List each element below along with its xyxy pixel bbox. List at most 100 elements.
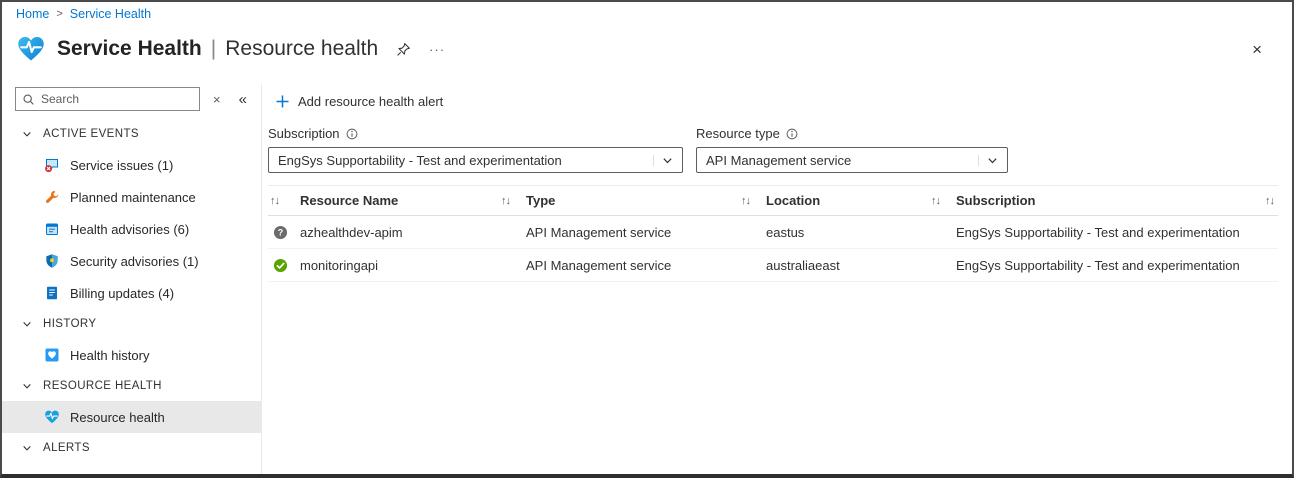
page-body: × « ACTIVE EVENTS Service issues (1) Plann… <box>2 84 1292 474</box>
breadcrumb: Home > Service Health <box>16 7 1278 21</box>
sidebar-item-security-advisories[interactable]: Security advisories (1) <box>2 245 261 277</box>
sidebar-item-label: Security advisories (1) <box>70 254 199 269</box>
service-health-window: Home > Service Health Service Health | R… <box>0 0 1294 478</box>
resource-health-icon <box>44 409 60 425</box>
cell-location: australiaeast <box>766 258 956 273</box>
resource-health-table: ↑↓Resource Name↑↓Type↑↓Location↑↓Subscri… <box>268 185 1278 282</box>
sidebar-item-health-history[interactable]: Health history <box>2 339 261 371</box>
service-issues-icon <box>44 157 60 173</box>
sidebar-item-label: Health advisories (6) <box>70 222 189 237</box>
chevron-down-icon <box>653 155 673 166</box>
pin-icon[interactable] <box>396 42 411 57</box>
service-health-icon <box>16 34 46 64</box>
sidebar-item-planned-maintenance[interactable]: Planned maintenance <box>2 181 261 213</box>
column-header-subscription[interactable]: Subscription ↑↓ <box>956 193 1278 208</box>
table-header: ↑↓Resource Name↑↓Type↑↓Location↑↓Subscri… <box>268 185 1278 216</box>
sidebar-item-billing-updates[interactable]: Billing updates (4) <box>2 277 261 309</box>
sidebar-section-alerts[interactable]: ALERTS <box>2 433 261 463</box>
info-icon <box>786 128 798 140</box>
sidebar-section-resource-health[interactable]: RESOURCE HEALTH <box>2 371 261 401</box>
sidebar-item-label: Health history <box>70 348 149 363</box>
add-button-label: Add resource health alert <box>298 94 443 109</box>
breadcrumb-home[interactable]: Home <box>16 7 49 21</box>
sort-icon[interactable]: ↑↓ <box>741 195 750 207</box>
filter-label-text: Subscription <box>268 126 340 141</box>
chevron-down-icon <box>978 155 998 166</box>
page-header: Home > Service Health Service Health | R… <box>2 2 1292 68</box>
plus-icon <box>276 95 289 108</box>
main-content: Add resource health alert Subscription E… <box>262 84 1292 474</box>
status-available-icon <box>273 258 288 273</box>
sidebar-item-label: Resource health <box>70 410 165 425</box>
breadcrumb-separator-icon: > <box>56 8 62 20</box>
add-resource-health-alert-button[interactable]: Add resource health alert <box>276 94 443 109</box>
chevron-down-icon <box>22 319 32 329</box>
security-advisories-icon <box>44 253 60 269</box>
clear-search-icon[interactable]: × <box>213 93 221 106</box>
resource-type-filter: Resource type API Management service <box>696 126 1008 173</box>
info-icon <box>346 128 358 140</box>
command-bar: Add resource health alert <box>268 84 1278 118</box>
column-header-resource_name[interactable]: Resource Name ↑↓ <box>300 193 526 208</box>
sidebar-item-label: Service issues (1) <box>70 158 173 173</box>
column-label: Resource Name <box>300 193 398 208</box>
cell-subscription: EngSys Supportability - Test and experim… <box>956 258 1278 273</box>
column-header-type[interactable]: Type ↑↓ <box>526 193 766 208</box>
sidebar-section-label: ACTIVE EVENTS <box>43 128 139 140</box>
cell-resource-name: monitoringapi <box>300 258 526 273</box>
sidebar-item-health-advisories[interactable]: Health advisories (6) <box>2 213 261 245</box>
sidebar-nav: ACTIVE EVENTS Service issues (1) Planned m… <box>2 119 261 463</box>
filter-label-text: Resource type <box>696 126 780 141</box>
collapse-sidebar-icon[interactable]: « <box>239 92 247 107</box>
page-title: Service Health <box>57 37 202 61</box>
sidebar-item-service-issues[interactable]: Service issues (1) <box>2 149 261 181</box>
ellipsis-icon[interactable]: ··· <box>429 42 445 57</box>
resource-type-dropdown-value: API Management service <box>706 153 851 168</box>
sort-icon[interactable]: ↑↓ <box>931 195 940 207</box>
subscription-dropdown[interactable]: EngSys Supportability - Test and experim… <box>268 147 683 173</box>
resource-type-filter-label: Resource type <box>696 126 1008 141</box>
subscription-filter: Subscription EngSys Supportability - Tes… <box>268 126 683 173</box>
search-box <box>15 87 200 111</box>
search-input[interactable] <box>41 92 193 106</box>
sort-icon[interactable]: ↑↓ <box>270 195 279 207</box>
search-icon <box>22 93 35 106</box>
column-label: Location <box>766 193 820 208</box>
filter-bar: Subscription EngSys Supportability - Tes… <box>268 126 1278 173</box>
table-row[interactable]: ?azhealthdev-apimAPI Management servicee… <box>268 216 1278 249</box>
health-history-icon <box>44 347 60 363</box>
sidebar: × « ACTIVE EVENTS Service issues (1) Plann… <box>2 84 262 474</box>
breadcrumb-service-health[interactable]: Service Health <box>70 7 151 21</box>
cell-status <box>268 258 300 273</box>
table-row[interactable]: monitoringapiAPI Management serviceaustr… <box>268 249 1278 282</box>
subscription-dropdown-value: EngSys Supportability - Test and experim… <box>278 153 562 168</box>
sidebar-section-label: RESOURCE HEALTH <box>43 380 162 392</box>
cell-status: ? <box>268 225 300 240</box>
close-icon[interactable]: × <box>1252 41 1262 58</box>
cell-subscription: EngSys Supportability - Test and experim… <box>956 225 1278 240</box>
resource-type-dropdown[interactable]: API Management service <box>696 147 1008 173</box>
sidebar-section-history[interactable]: HISTORY <box>2 309 261 339</box>
chevron-down-icon <box>22 381 32 391</box>
health-advisories-icon <box>44 221 60 237</box>
column-header-status[interactable]: ↑↓ <box>268 195 300 207</box>
page-subtitle: Resource health <box>225 37 378 61</box>
cell-resource-name: azhealthdev-apim <box>300 225 526 240</box>
subscription-filter-label: Subscription <box>268 126 683 141</box>
billing-updates-icon <box>44 285 60 301</box>
sort-icon[interactable]: ↑↓ <box>501 195 510 207</box>
status-unknown-icon: ? <box>273 225 288 240</box>
column-label: Type <box>526 193 555 208</box>
column-header-location[interactable]: Location ↑↓ <box>766 193 956 208</box>
title-row: Service Health | Resource health ··· × <box>16 30 1278 68</box>
svg-text:?: ? <box>278 227 283 237</box>
sidebar-item-label: Billing updates (4) <box>70 286 174 301</box>
cell-type: API Management service <box>526 225 766 240</box>
sidebar-search-row: × « <box>2 84 261 119</box>
sidebar-section-label: ALERTS <box>43 442 90 454</box>
sidebar-item-resource-health[interactable]: Resource health <box>2 401 261 433</box>
column-label: Subscription <box>956 193 1035 208</box>
sidebar-item-label: Planned maintenance <box>70 190 196 205</box>
sort-icon[interactable]: ↑↓ <box>1265 195 1274 207</box>
sidebar-section-active-events[interactable]: ACTIVE EVENTS <box>2 119 261 149</box>
